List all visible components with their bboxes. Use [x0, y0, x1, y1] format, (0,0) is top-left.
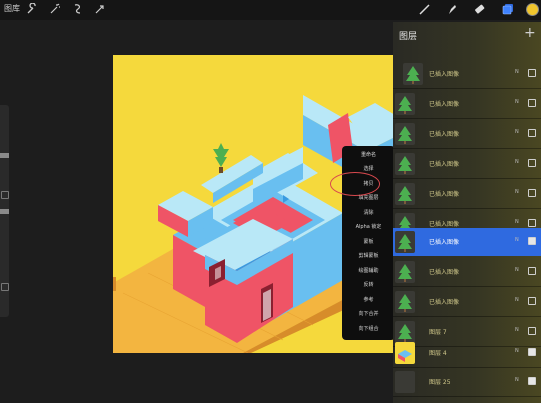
blend-mode-button[interactable]: N [515, 377, 519, 383]
menu-item-invert[interactable]: 反转 [342, 281, 395, 288]
layer-name: 已插入图像 [429, 161, 460, 168]
layer-thumbnail[interactable] [395, 261, 415, 283]
visibility-checkbox[interactable] [528, 219, 536, 227]
magic-wand-icon[interactable] [49, 3, 61, 15]
left-sidebar [0, 105, 9, 317]
blend-mode-button[interactable]: N [515, 129, 519, 135]
blend-mode-button[interactable]: N [515, 219, 519, 225]
layer-row[interactable]: 已插入图像 N [393, 60, 541, 89]
menu-item-combine-down[interactable]: 向下组合 [342, 325, 395, 332]
layer-row[interactable]: 已插入图像 N [393, 120, 541, 149]
layer-name: 已插入图像 [429, 239, 460, 246]
menu-item-select[interactable]: 选择 [342, 165, 395, 172]
blend-mode-button[interactable]: N [515, 237, 519, 243]
visibility-checkbox[interactable] [528, 297, 536, 305]
selection-icon[interactable] [71, 3, 83, 15]
blend-mode-button[interactable]: N [515, 189, 519, 195]
eraser-icon[interactable] [472, 2, 486, 16]
layer-row[interactable]: 已插入图像 N [393, 150, 541, 179]
menu-item-drawing-assist[interactable]: 绘图辅助 [342, 267, 395, 274]
tree-thumbnail-icon [398, 96, 412, 114]
layer-thumbnail[interactable] [395, 371, 415, 393]
color-swatch[interactable] [526, 3, 539, 16]
layer-thumbnail[interactable] [395, 153, 415, 175]
visibility-checkbox[interactable] [528, 377, 536, 385]
menu-item-alpha-lock[interactable]: Alpha 锁定 [342, 223, 395, 230]
layer-name: 图层 4 [429, 350, 447, 357]
artwork-thumbnail-icon [395, 342, 415, 364]
menu-item-reference[interactable]: 参考 [342, 296, 395, 303]
visibility-checkbox[interactable] [528, 267, 536, 275]
layer-row[interactable]: 图层 4 N [393, 339, 541, 368]
layer-row[interactable]: 图层 25 N [393, 368, 541, 397]
blend-mode-button[interactable]: N [515, 159, 519, 165]
layer-name: 图层 25 [429, 379, 451, 386]
layer-thumbnail[interactable] [395, 123, 415, 145]
visibility-checkbox[interactable] [528, 129, 536, 137]
layer-row[interactable]: 已插入图像 N [393, 258, 541, 287]
blend-mode-button[interactable]: N [515, 348, 519, 354]
brush-size-slider[interactable] [0, 153, 9, 158]
menu-item-rename[interactable]: 重命名 [342, 151, 395, 158]
tree-thumbnail-icon [398, 186, 412, 204]
tree-thumbnail-icon [398, 264, 412, 282]
blend-mode-button[interactable]: N [515, 69, 519, 75]
visibility-checkbox[interactable] [528, 237, 536, 245]
tree-thumbnail-icon [398, 294, 412, 312]
tree-thumbnail-icon [398, 234, 412, 252]
blend-mode-button[interactable]: N [515, 327, 519, 333]
layer-thumbnail[interactable] [395, 291, 415, 313]
layer-row[interactable]: 已插入图像 N [393, 180, 541, 209]
transform-icon[interactable] [94, 3, 106, 15]
layer-name: 已插入图像 [429, 191, 460, 198]
menu-item-clipping-mask[interactable]: 剪辑蒙板 [342, 252, 395, 259]
wrench-icon[interactable] [26, 3, 38, 15]
layer-name: 已插入图像 [429, 101, 460, 108]
undo-button[interactable] [1, 283, 9, 291]
layer-row[interactable]: 已插入图像 N [393, 228, 541, 256]
layers-panel-title: 图层 [399, 32, 418, 42]
opacity-slider[interactable] [0, 209, 9, 214]
layers-icon[interactable] [501, 2, 515, 16]
gallery-button[interactable]: 图库 [4, 3, 20, 14]
blend-mode-button[interactable]: N [515, 297, 519, 303]
modify-button[interactable] [1, 191, 9, 199]
menu-item-clear[interactable]: 清除 [342, 209, 395, 216]
tree-thumbnail-icon [398, 126, 412, 144]
tree-thumbnail-icon [406, 66, 420, 84]
visibility-checkbox[interactable] [528, 69, 536, 77]
layer-name: 已插入图像 [429, 221, 460, 228]
blend-mode-button[interactable]: N [515, 99, 519, 105]
layer-name: 已插入图像 [429, 71, 460, 78]
layer-thumbnail[interactable] [395, 183, 415, 205]
layer-name: 已插入图像 [429, 269, 460, 276]
brush-icon[interactable] [418, 2, 432, 16]
visibility-checkbox[interactable] [528, 348, 536, 356]
layer-name: 图层 7 [429, 329, 447, 336]
layer-name: 已插入图像 [429, 299, 460, 306]
visibility-checkbox[interactable] [528, 99, 536, 107]
layer-thumbnail[interactable] [395, 342, 415, 364]
tree-thumbnail-icon [398, 156, 412, 174]
top-toolbar: 图库 [0, 0, 541, 20]
menu-item-mask[interactable]: 蒙板 [342, 238, 395, 245]
visibility-checkbox[interactable] [528, 327, 536, 335]
visibility-checkbox[interactable] [528, 159, 536, 167]
blend-mode-button[interactable]: N [515, 267, 519, 273]
layer-thumbnail[interactable] [395, 231, 415, 253]
layer-name: 已插入图像 [429, 131, 460, 138]
layers-panel: 图层 + 已插入图像 N 已插入图像 N 已插入图像 N 已插入图像 N 已插入图像 N 已插入图像… [393, 22, 541, 403]
add-layer-button[interactable]: + [524, 25, 536, 41]
layer-row[interactable]: 已插入图像 N [393, 90, 541, 119]
smudge-icon[interactable] [445, 2, 459, 16]
layer-thumbnail[interactable] [395, 93, 415, 115]
visibility-checkbox[interactable] [528, 189, 536, 197]
layer-thumbnail[interactable] [403, 63, 423, 85]
menu-item-merge-down[interactable]: 向下合并 [342, 310, 395, 317]
layer-row[interactable]: 已插入图像 N [393, 288, 541, 317]
copy-highlight-circle [330, 172, 380, 196]
